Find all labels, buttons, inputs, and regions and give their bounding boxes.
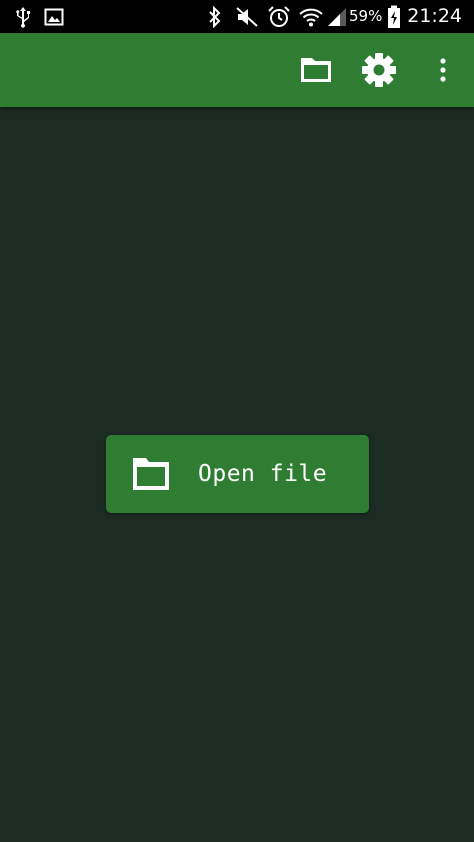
settings-action[interactable] — [356, 33, 402, 107]
battery-percent: 59% — [349, 7, 383, 25]
folder-icon — [301, 58, 331, 82]
battery-charging-icon — [384, 0, 404, 33]
open-file-label: Open file — [198, 461, 328, 487]
app-bar — [0, 33, 474, 107]
overflow-menu-icon — [440, 58, 446, 82]
usb-icon — [12, 0, 34, 33]
mute-icon — [234, 0, 260, 33]
alarm-icon — [266, 0, 292, 33]
overflow-menu-action[interactable] — [428, 33, 458, 107]
status-bar: 59% 21:24 — [0, 0, 474, 33]
image-icon — [43, 0, 65, 33]
wifi-icon — [297, 0, 325, 33]
clock-time: 21:24 — [407, 5, 462, 27]
gear-icon — [362, 53, 396, 87]
screen: 59% 21:24 Open file — [0, 0, 474, 842]
open-file-button[interactable]: Open file — [106, 435, 369, 513]
signal-icon — [326, 0, 348, 33]
open-folder-action[interactable] — [294, 33, 338, 107]
bluetooth-icon — [205, 0, 225, 33]
folder-icon — [133, 458, 169, 490]
